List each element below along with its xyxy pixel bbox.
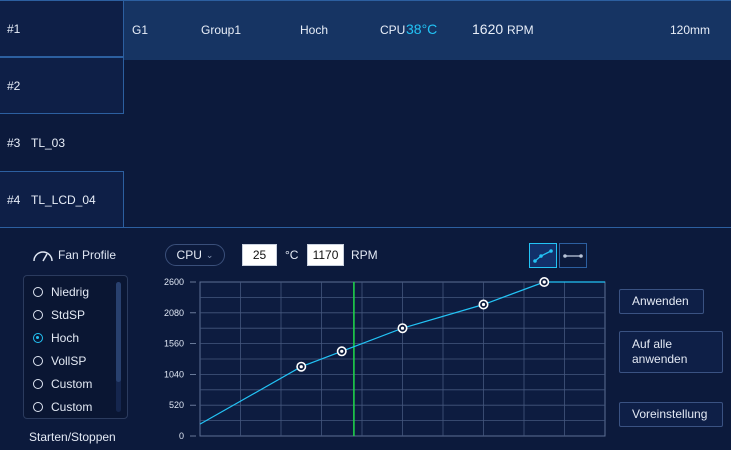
profile-option-custom-2[interactable]: Custom xyxy=(33,399,92,415)
fan-size: 120mm xyxy=(670,23,711,37)
sensor-select-value: CPU xyxy=(176,248,202,262)
radio-icon xyxy=(33,356,43,366)
profile-option-label: Custom xyxy=(51,377,93,391)
apply-button[interactable]: Anwenden xyxy=(619,289,704,314)
temp-unit: °C xyxy=(285,248,299,262)
curve-mode-icon xyxy=(533,248,553,263)
fan-detail-panel: G1 Group1 Hoch CPU 38°C 1620 RPM 120mm xyxy=(124,0,731,228)
radio-icon xyxy=(33,310,43,320)
profile-option-label: StdSP xyxy=(51,308,86,322)
profile-option-label: VollSP xyxy=(51,354,87,368)
slot-number: #3 xyxy=(7,135,21,150)
slot-tab-1[interactable]: #1 xyxy=(0,0,124,57)
profile-option-stdsp[interactable]: StdSP xyxy=(33,307,85,323)
apply-all-label-line1: Auf alle xyxy=(632,337,673,351)
y-tick-label: 2080 xyxy=(164,308,184,318)
default-button[interactable]: Voreinstellung xyxy=(619,402,723,427)
rpm-value: 1620 xyxy=(472,21,504,37)
y-tick-label: 1040 xyxy=(164,369,184,379)
profile-option-label: Niedrig xyxy=(51,285,90,299)
curve-mode-button[interactable] xyxy=(529,243,557,268)
start-stop-label: Starten/Stoppen xyxy=(29,430,116,444)
curve-point-center xyxy=(542,280,546,284)
profile-option-niedrig[interactable]: Niedrig xyxy=(33,284,89,300)
gauge-icon xyxy=(33,251,53,262)
y-tick-label: 2600 xyxy=(164,277,184,287)
slot-name: TL_03 xyxy=(31,135,66,150)
radio-checked-icon xyxy=(33,333,43,343)
fan-profile-header: Fan Profile xyxy=(32,248,116,262)
slot-name: TL_LCD_04 xyxy=(31,192,96,207)
profile-scrollbar-thumb[interactable] xyxy=(116,282,121,382)
profile-option-label: Hoch xyxy=(51,331,80,345)
fan-profile-title: Fan Profile xyxy=(58,248,117,262)
fan-profile-value: Hoch xyxy=(300,23,329,37)
temp-value: 38°C xyxy=(406,21,438,37)
radio-icon xyxy=(33,379,43,389)
radio-icon xyxy=(33,402,43,412)
rpm-input[interactable]: 1170 xyxy=(307,244,344,266)
chevron-down-icon: ⌄ xyxy=(205,249,214,260)
profile-option-hoch[interactable]: Hoch xyxy=(33,330,79,346)
temp-input[interactable]: 25 xyxy=(242,244,277,266)
temp-source-label: CPU xyxy=(380,23,406,37)
default-button-label: Voreinstellung xyxy=(632,407,708,421)
rpm-unit-label: RPM xyxy=(351,248,378,262)
apply-all-label-line2: anwenden xyxy=(632,352,688,366)
slot-tab-4[interactable]: #4 TL_LCD_04 xyxy=(0,171,124,228)
y-tick-label: 0 xyxy=(179,431,184,441)
fan-id: G1 xyxy=(132,23,149,37)
fan-slot-tabs: #1 #2 #3 TL_03 #4 TL_LCD_04 xyxy=(0,0,124,228)
slot-number: #1 xyxy=(7,21,21,36)
curve-point-center xyxy=(340,349,344,353)
y-tick-label: 1560 xyxy=(164,339,184,349)
fan-group: Group1 xyxy=(201,23,242,37)
fan-row[interactable]: G1 Group1 Hoch CPU 38°C 1620 RPM 120mm xyxy=(124,1,731,60)
profile-list: Niedrig StdSP Hoch VollSP Custom Custom xyxy=(23,275,128,419)
rpm-unit: RPM xyxy=(507,23,534,37)
sensor-select[interactable]: CPU ⌄ xyxy=(165,244,225,266)
radio-icon xyxy=(33,287,43,297)
apply-all-button[interactable]: Auf alle anwenden xyxy=(619,331,723,373)
apply-button-label: Anwenden xyxy=(632,294,689,308)
profile-option-custom-1[interactable]: Custom xyxy=(33,376,92,392)
fan-curve-chart[interactable]: 2600 2080 1560 1040 520 0 xyxy=(160,274,620,450)
slot-tab-2[interactable]: #2 xyxy=(0,57,124,114)
curve-point-center xyxy=(481,302,486,307)
fixed-line-icon xyxy=(563,253,583,258)
curve-point-center xyxy=(400,326,405,330)
profile-option-label: Custom xyxy=(51,400,93,414)
slot-number: #4 xyxy=(7,192,21,207)
profile-option-vollsp[interactable]: VollSP xyxy=(33,353,86,369)
curve-section: Fan Profile Niedrig StdSP Hoch VollSP Cu… xyxy=(0,228,731,450)
curve-point-center xyxy=(299,365,303,369)
profile-scrollbar[interactable] xyxy=(116,282,121,412)
fixed-mode-button[interactable] xyxy=(559,243,587,268)
slot-number: #2 xyxy=(7,78,21,93)
y-tick-label: 520 xyxy=(169,400,184,410)
slot-tab-3[interactable]: #3 TL_03 xyxy=(0,114,124,171)
